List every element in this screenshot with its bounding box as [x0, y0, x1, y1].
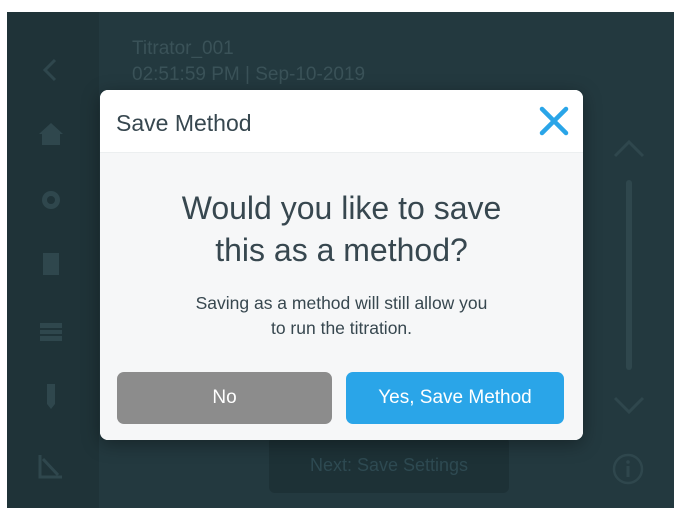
home-icon[interactable] — [33, 116, 69, 152]
scrollbar[interactable] — [626, 180, 632, 370]
yes-save-method-button[interactable]: Yes, Save Method — [346, 372, 564, 424]
next-save-settings-button[interactable]: Next: Save Settings — [269, 437, 509, 493]
close-icon[interactable] — [537, 104, 571, 138]
settings-icon[interactable] — [33, 182, 69, 218]
table-icon[interactable] — [33, 314, 69, 350]
scroll-down-icon[interactable] — [609, 390, 649, 420]
subtext-line-1: Saving as a method will still allow you — [195, 293, 488, 313]
dialog-header: Save Method — [100, 90, 583, 153]
info-icon[interactable] — [611, 452, 645, 486]
save-method-dialog: Save Method Would you like to save this … — [100, 90, 583, 440]
dialog-title: Save Method — [116, 110, 252, 136]
question-line-1: Would you like to save — [181, 190, 502, 226]
dialog-body: Would you like to save this as a method?… — [100, 153, 583, 440]
sidebar — [7, 12, 99, 508]
probe-icon[interactable] — [33, 378, 69, 414]
document-icon[interactable] — [33, 246, 69, 282]
dialog-question: Would you like to save this as a method? — [100, 187, 583, 271]
dialog-subtext: Saving as a method will still allow you … — [100, 291, 583, 341]
subtext-line-2: to run the titration. — [270, 318, 413, 338]
no-button[interactable]: No — [117, 372, 332, 424]
back-arrow-icon[interactable] — [33, 52, 69, 88]
scroll-up-icon[interactable] — [609, 134, 649, 164]
chart-icon[interactable] — [33, 448, 69, 484]
device-name: Titrator_001 — [132, 38, 234, 59]
question-line-2: this as a method? — [215, 232, 468, 268]
timestamp: 02:51:59 PM | Sep-10-2019 — [132, 64, 366, 85]
